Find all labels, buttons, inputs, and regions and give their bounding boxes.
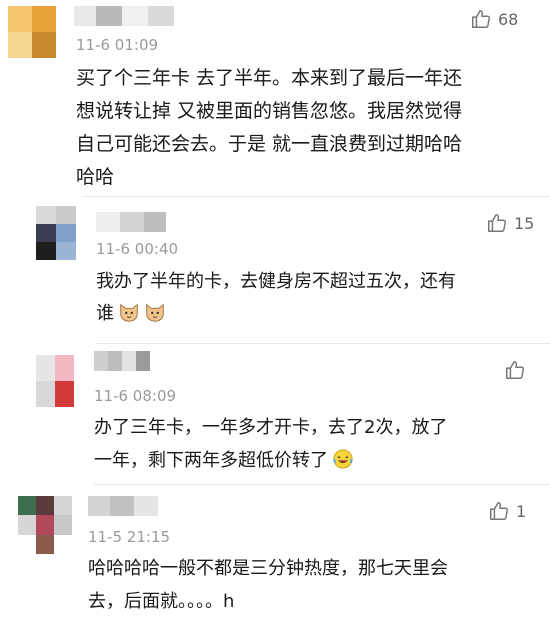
avatar-tile [56,206,76,224]
thumbs-up-icon [472,10,491,28]
avatar-tile [56,224,76,242]
avatar-tile [36,224,56,242]
avatar-tile [18,496,36,515]
avatar-tile [36,535,54,554]
thumbs-up-icon [488,214,507,232]
thumbs-up-icon [506,361,525,379]
avatar-tile [18,515,36,535]
avatar-tile [8,32,32,58]
like-button[interactable] [504,359,532,381]
avatar[interactable] [36,206,76,260]
avatar[interactable] [18,496,72,554]
avatar-tile [32,32,56,58]
divider [94,484,550,485]
comment-text-body: 办了三年卡，一年多才开卡，去了2次，放了 一年，剩下两年多超低价转了 [94,417,448,471]
avatar[interactable] [8,6,56,58]
username-redacted[interactable] [74,6,174,26]
cat-face-icon [144,301,166,334]
comment-text: 哈哈哈哈一般不都是三分钟热度，那七天里会 去，后面就。。。。h [88,558,448,612]
timestamp: 11-5 21:15 [88,528,171,546]
avatar-tile [36,355,55,381]
avatar-tile [32,6,56,32]
avatar-tile [55,381,74,407]
comment-item: 11-5 21:15 1 哈哈哈哈一般不都是三分钟热度，那七天里会 去，后面就。… [0,486,550,622]
comment-text: 办了三年卡，一年多才开卡，去了2次，放了 一年，剩下两年多超低价转了 [94,411,534,481]
thumbs-up-icon [490,502,509,520]
username-redacted[interactable] [94,351,150,371]
avatar-tile [36,496,54,515]
avatar-tile [36,206,56,224]
avatar-tile [54,515,72,535]
like-button[interactable]: 1 [488,500,526,522]
like-count: 1 [516,501,527,521]
avatar-tile [36,515,54,535]
laughing-tears-icon [332,448,354,481]
timestamp: 11-6 08:09 [94,387,177,405]
like-button[interactable]: 68 [470,8,518,30]
avatar-tile [36,381,55,407]
comment-text: 我办了半年的卡，去健身房不超过五次，还有 谁 [96,266,536,334]
like-button[interactable]: 15 [486,212,534,234]
comment-item: 11-6 00:40 15 我办了半年的卡，去健身房不超过五次，还有 谁 [0,198,550,342]
timestamp: 11-6 01:09 [76,36,159,54]
avatar[interactable] [36,355,74,407]
cat-face-icon [118,301,140,334]
avatar-tile [8,6,32,32]
like-count: 15 [514,213,535,233]
comment-item: 11-6 01:09 68 买了个三年卡 去了半年。本来到了最后一年还 想说转让… [0,0,550,196]
divider [96,343,550,344]
comment-item: 11-6 08:09 办了三年卡，一年多才开卡，去了2次，放了 一年，剩下两年多… [0,345,550,483]
comment-text: 买了个三年卡 去了半年。本来到了最后一年还 想说转让掉 又被里面的销售忽悠。我居… [76,67,463,188]
divider [84,196,550,197]
avatar-tile [36,242,56,260]
like-count: 68 [498,9,519,29]
timestamp: 11-6 00:40 [96,240,179,258]
avatar-tile [54,496,72,515]
avatar-tile [55,355,74,381]
avatar-tile [56,242,76,260]
username-redacted[interactable] [96,212,166,232]
username-redacted[interactable] [88,496,158,516]
